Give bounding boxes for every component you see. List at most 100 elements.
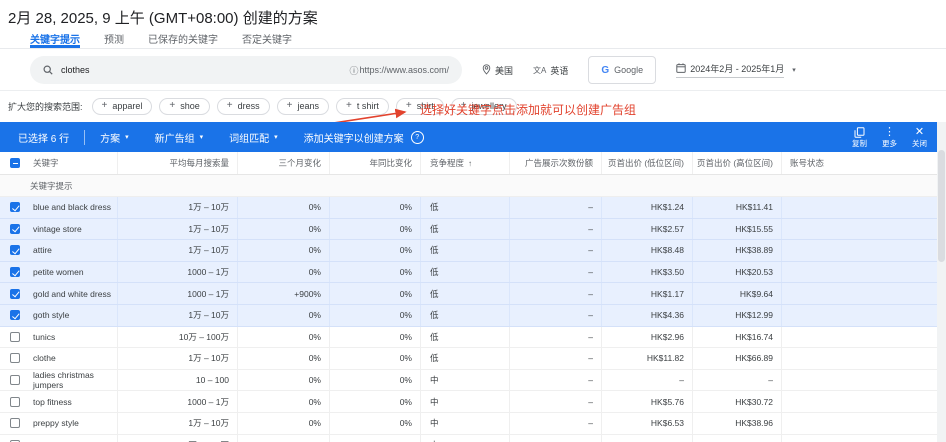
suggestion-chip-apparel[interactable]: +apparel [92,98,153,115]
table-row[interactable]: ladies christmas jumpers10 – 1000%0%中––– [0,370,937,392]
row-checkbox[interactable] [10,397,20,407]
broaden-label: 扩大您的搜索范围: [8,100,83,113]
dropdown-label: 词组匹配 [229,130,269,145]
keyword-cell: clothing stores [30,435,118,442]
language-filter[interactable]: 文A 英语 [533,64,568,77]
table-row[interactable]: blue and black dress1万 – 10万0%0%低–HK$1.2… [0,197,937,219]
keyword-search-bar[interactable]: clothes ⓘ https://www.asos.com/ [30,56,462,84]
caret-down-icon: ▾ [274,133,278,141]
suggestion-chip-t-shirt[interactable]: +t shirt [336,98,389,115]
more-button[interactable]: ⋮ 更多 [882,127,897,148]
table-row[interactable]: preppy style1万 – 10万0%0%中–HK$6.53HK$38.9… [0,413,937,435]
table-row[interactable]: clothing stores10万 – 100万0%0%中–HK$7.86HK… [0,435,937,442]
keyword-planner-page: 2月 28, 2025, 9 上午 (GMT+08:00) 创建的方案 关键字提… [0,0,946,442]
network-selector[interactable]: G Google [588,56,656,84]
row-checkbox[interactable] [10,245,20,255]
close-button[interactable]: ✕ 关闭 [912,127,927,148]
tabs-divider [0,48,946,49]
add-keywords-button[interactable]: 添加关键字以创建方案 [304,130,404,145]
col-header-avg-searches[interactable]: 平均每月搜索量 [118,152,238,174]
row-checkbox[interactable] [10,418,20,428]
competition-cell: 低 [421,327,510,348]
translate-icon: 文A [533,65,546,76]
col-header-account-status[interactable]: 账号状态 [782,152,937,174]
competition-cell: 中 [421,435,510,442]
table-row[interactable]: petite women1000 – 1万0%0%低–HK$3.50HK$20.… [0,262,937,284]
search-icon [43,65,53,75]
yoy-change-cell: 0% [330,327,421,348]
google-logo-icon: G [601,65,609,76]
scrollbar[interactable] [937,122,946,442]
selection-toolbar: 已选择 6 行 方案▾新广告组▾词组匹配▾ 添加关键字以创建方案 ? 复制 ⋮ … [0,122,937,152]
suggestion-chip-jeans[interactable]: +jeans [277,98,329,115]
tab-2[interactable]: 已保存的关键字 [148,31,218,48]
location-filter[interactable]: 美国 [482,64,513,77]
row-checkbox-cell [0,391,30,412]
row-checkbox-cell [0,240,30,261]
table-row[interactable]: gold and white dress1000 – 1万+900%0%低–HK… [0,283,937,305]
scrollbar-thumb[interactable] [938,150,945,262]
suggestion-chip-dress[interactable]: +dress [217,98,270,115]
plus-icon: + [169,101,175,111]
table-area: 已选择 6 行 方案▾新广告组▾词组匹配▾ 添加关键字以创建方案 ? 复制 ⋮ … [0,122,937,442]
row-checkbox-cell [0,283,30,304]
copy-button[interactable]: 复制 [852,127,867,148]
col-header-bid-low[interactable]: 页首出价 (低位区间) [602,152,693,174]
annotation-text: 选择好关键字点击添加就可以创建广告组 [420,101,636,118]
toolbar-dropdown-1[interactable]: 新广告组▾ [155,130,204,145]
three-month-change-cell: 0% [238,435,330,442]
col-header-keyword[interactable]: 关键字 [30,152,118,174]
keyword-cell: petite women [30,262,118,283]
avg-searches-cell: 1万 – 10万 [118,219,238,240]
table-row[interactable]: clothe1万 – 10万0%0%低–HK$11.82HK$66.89 [0,348,937,370]
row-checkbox[interactable] [10,310,20,320]
yoy-change-cell: 0% [330,197,421,218]
location-label: 美国 [495,64,513,77]
tabs: 关键字提示 预测 已保存的关键字 否定关键字 [30,31,292,48]
account-status-cell [782,327,937,348]
site-filter[interactable]: ⓘ https://www.asos.com/ [349,64,449,77]
col-header-three-month-change[interactable]: 三个月变化 [238,152,330,174]
table-body: blue and black dress1万 – 10万0%0%低–HK$1.2… [0,197,937,442]
keyword-cell: preppy style [30,413,118,434]
row-checkbox[interactable] [10,375,20,385]
tab-0[interactable]: 关键字提示 [30,31,80,48]
col-header-impression-share[interactable]: 广告展示次数份额 [510,152,602,174]
date-range-selector[interactable]: 2024年2月 - 2025年1月 ▾ [676,62,796,78]
table-row[interactable]: vintage store1万 – 10万0%0%低–HK$2.57HK$15.… [0,219,937,241]
tab-3[interactable]: 否定关键字 [242,31,292,48]
table-row[interactable]: tunics10万 – 100万0%0%低–HK$2.96HK$16.74 [0,327,937,349]
col-header-yoy-change[interactable]: 年同比变化 [330,152,421,174]
help-icon[interactable]: ? [411,131,424,144]
row-checkbox[interactable] [10,353,20,363]
tab-1[interactable]: 预测 [104,31,124,48]
select-all-checkbox[interactable] [10,158,20,168]
keyword-input[interactable]: clothes [61,65,90,75]
row-checkbox[interactable] [10,267,20,277]
table-row[interactable]: goth style1万 – 10万0%0%低–HK$4.36HK$12.99 [0,305,937,327]
row-checkbox[interactable] [10,332,20,342]
avg-searches-cell: 10万 – 100万 [118,435,238,442]
row-checkbox-cell [0,348,30,369]
chip-label: dress [238,101,260,111]
close-label: 关闭 [912,140,927,148]
row-checkbox[interactable] [10,202,20,212]
three-month-change-cell: +900% [238,283,330,304]
row-checkbox[interactable] [10,224,20,234]
toolbar-dropdown-2[interactable]: 词组匹配 ▾ [229,130,278,145]
account-status-cell [782,240,937,261]
competition-cell: 中 [421,391,510,412]
three-month-change-cell: 0% [238,413,330,434]
toolbar-divider [84,130,85,145]
toolbar-dropdown-0[interactable]: 方案▾ [100,130,129,145]
copy-icon [854,127,865,139]
col-header-bid-high[interactable]: 页首出价 (高位区间) [693,152,782,174]
avg-searches-cell: 1万 – 10万 [118,240,238,261]
table-row[interactable]: top fitness1000 – 1万0%0%中–HK$5.76HK$30.7… [0,391,937,413]
suggestion-chip-shoe[interactable]: +shoe [159,98,209,115]
row-checkbox[interactable] [10,289,20,299]
col-header-competition[interactable]: 竞争程度 ↑ [421,152,510,174]
table-row[interactable]: attire1万 – 10万0%0%低–HK$8.48HK$38.89 [0,240,937,262]
bid-low-cell: HK$2.57 [602,219,693,240]
account-status-cell [782,413,937,434]
